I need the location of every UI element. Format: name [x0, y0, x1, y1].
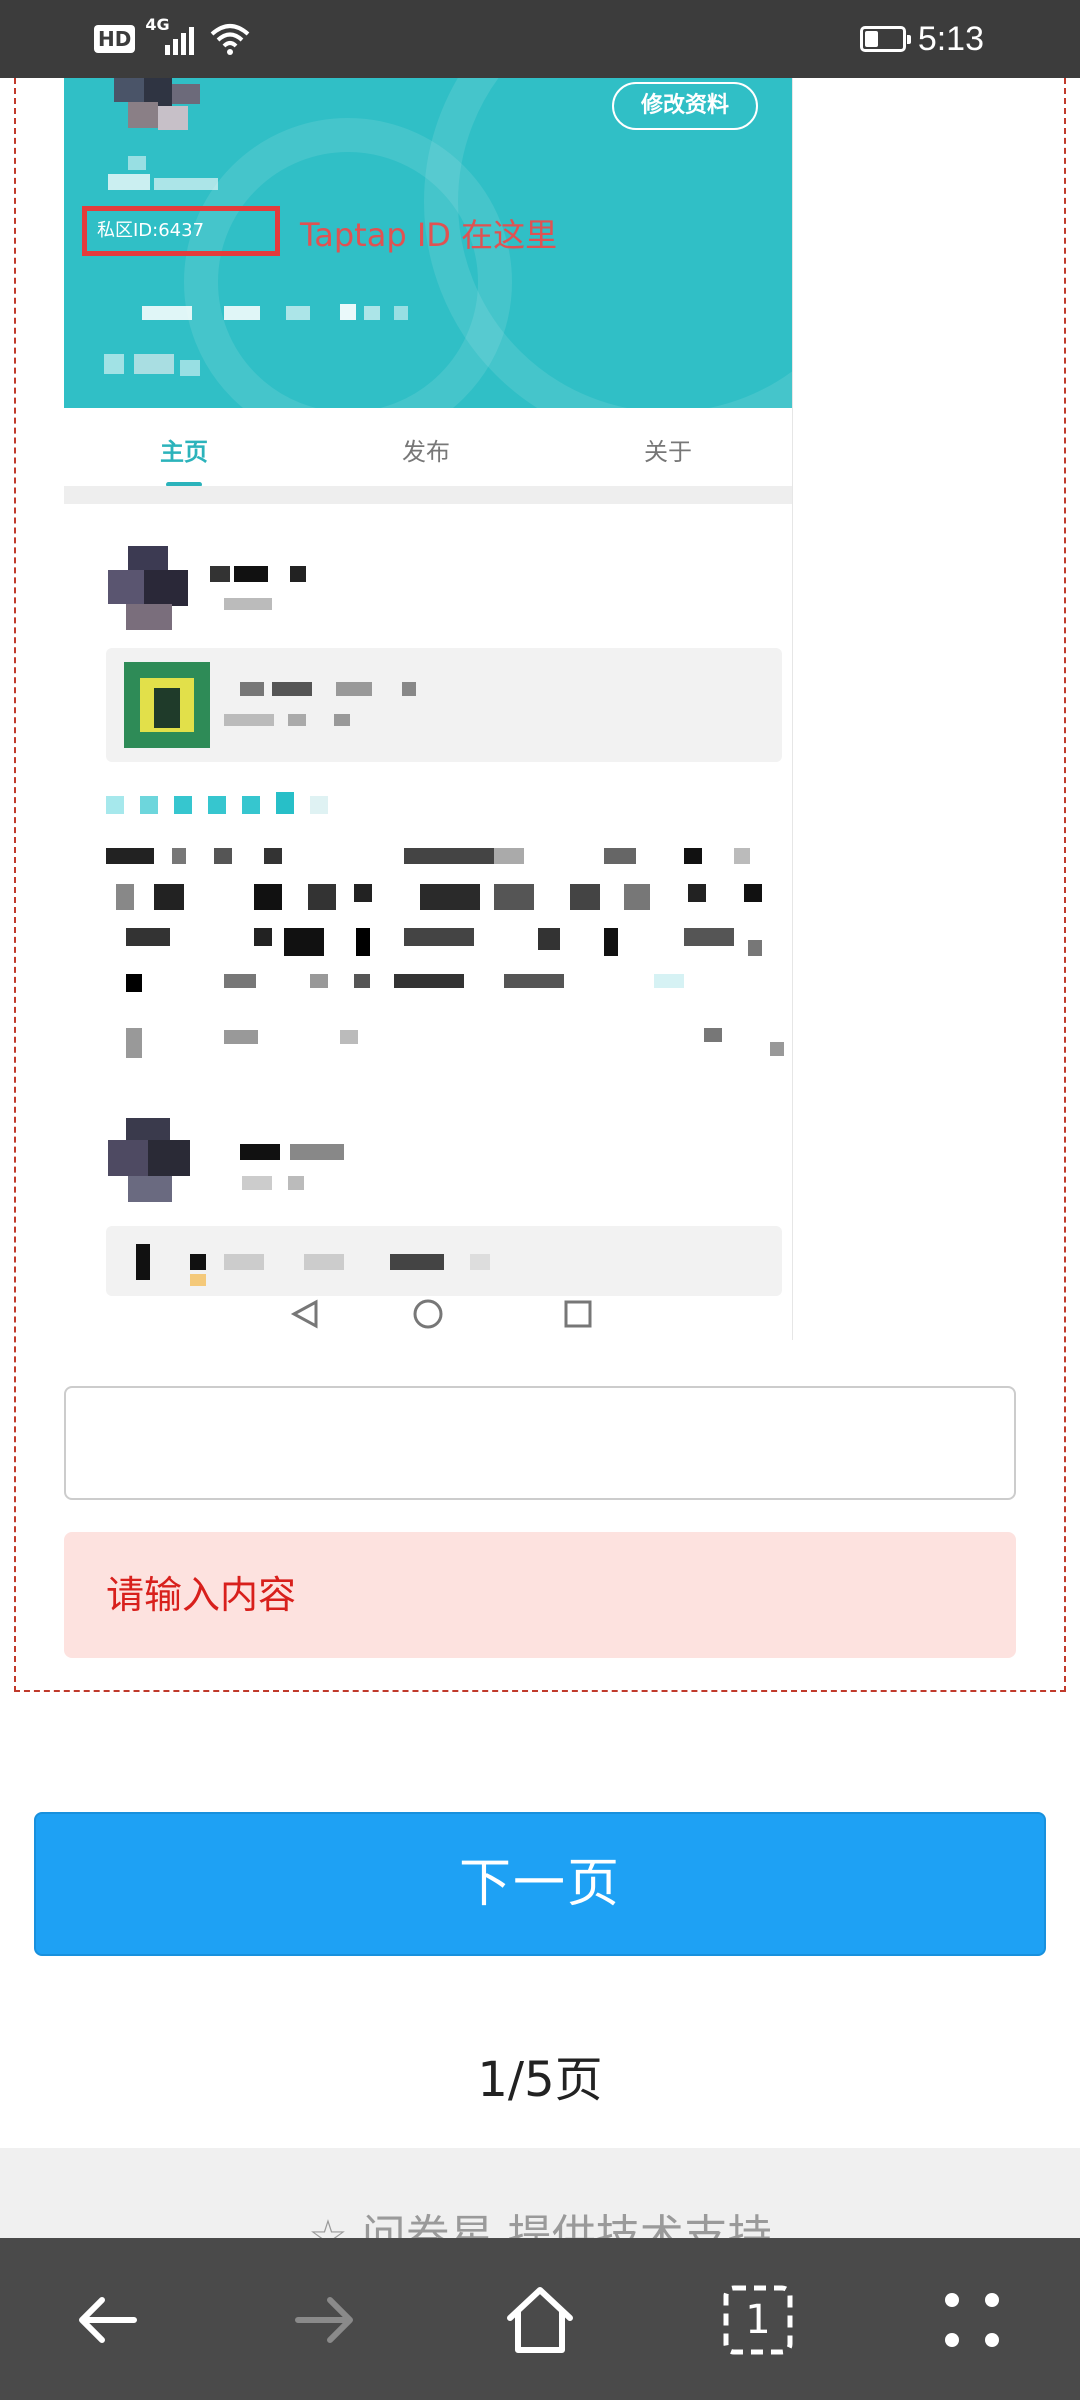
- next-page-button[interactable]: 下一页: [34, 1812, 1046, 1956]
- page-indicator: 1/5页: [477, 2052, 603, 2108]
- hd-badge: HD: [94, 25, 136, 53]
- wifi-icon: [211, 24, 250, 55]
- footer-credit[interactable]: ☆ 问卷星 提供技术支持: [0, 2200, 1080, 2238]
- tab-posts: 发布: [402, 438, 450, 466]
- validation-error: 请输入内容: [64, 1532, 1016, 1658]
- home-icon[interactable]: [500, 2280, 580, 2360]
- tab-about: 关于: [644, 438, 692, 466]
- status-left-icons: HD 4G: [94, 15, 251, 62]
- back-arrow-icon[interactable]: [68, 2280, 148, 2360]
- footer: ☆ 问卷星 提供技术支持: [0, 2148, 1080, 2238]
- tab-count: 1: [745, 2297, 771, 2343]
- footer-credit-text: 问卷星 提供技术支持: [361, 2211, 772, 2238]
- edit-profile-button: 修改资料: [612, 82, 758, 130]
- section-divider: [64, 486, 792, 504]
- cell-signal-icon: 4G: [145, 15, 199, 57]
- android-nav-bar: [290, 1299, 592, 1329]
- answer-input[interactable]: [64, 1386, 1016, 1500]
- menu-icon[interactable]: [932, 2280, 1012, 2360]
- post-avatar-2: [108, 1118, 196, 1206]
- status-right-icons: 5:13: [859, 14, 984, 64]
- status-bar: HD 4G 5:13: [0, 0, 1080, 78]
- clock: 5:13: [917, 19, 984, 58]
- profile-avatar: [114, 78, 200, 136]
- star-icon: ☆: [308, 2211, 348, 2238]
- post-avatar: [108, 546, 196, 634]
- profile-header: 修改资料 私区ID:6437 Taptap ID 在这里: [64, 78, 792, 408]
- validation-error-text: 请输入内容: [106, 1573, 297, 1617]
- game-thumbnail: [124, 662, 210, 748]
- taptap-id-highlight: 私区ID:6437: [82, 206, 280, 256]
- forward-arrow-icon[interactable]: [284, 2280, 364, 2360]
- browser-toolbar: 1: [0, 2238, 1080, 2400]
- taptap-id-note: Taptap ID 在这里: [300, 216, 558, 254]
- question-reference-image: 修改资料 私区ID:6437 Taptap ID 在这里 主页 发布 关于: [64, 78, 793, 1340]
- battery-icon: [859, 26, 911, 52]
- tabs-button[interactable]: 1: [718, 2280, 798, 2360]
- tab-home: 主页: [160, 438, 208, 466]
- profile-tabs: 主页 发布 关于: [64, 408, 792, 494]
